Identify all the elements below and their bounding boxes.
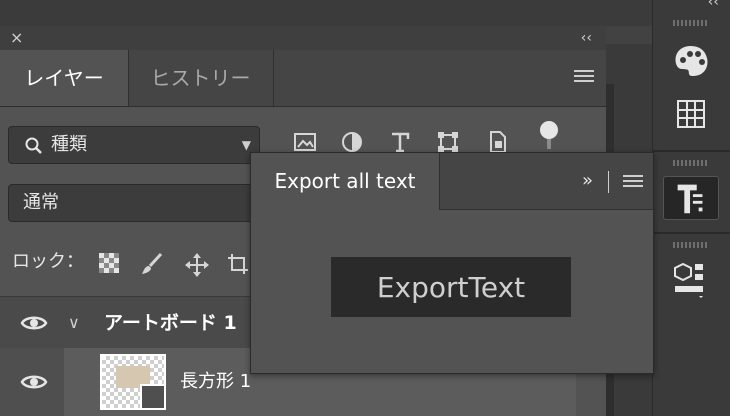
layer-filter-select[interactable]: 種類 ▼	[8, 126, 260, 164]
visibility-eye-icon[interactable]	[20, 372, 48, 392]
dock-grip[interactable]	[673, 20, 709, 26]
search-icon	[25, 137, 42, 154]
blend-mode-select[interactable]: 通常	[8, 184, 260, 222]
export-text-button[interactable]: ExportText	[331, 257, 571, 317]
swatches-grid-icon[interactable]	[663, 92, 719, 136]
filter-toggle-icon[interactable]	[538, 120, 560, 150]
right-dock: ‹‹	[652, 0, 730, 416]
libraries-icon[interactable]	[663, 256, 719, 300]
type-filter-icon[interactable]	[388, 130, 412, 154]
panel-menu-icon[interactable]	[574, 70, 594, 86]
layer-name: アートボード 1	[104, 312, 237, 334]
export-all-text-panel: Export all text » ExportText	[250, 152, 654, 374]
smart-object-filter-icon[interactable]	[486, 130, 510, 154]
lock-position-move-icon[interactable]	[184, 252, 210, 278]
dock-separator	[653, 232, 730, 234]
shape-filter-icon[interactable]	[436, 130, 460, 154]
shape-layer-icon	[140, 384, 166, 410]
panel-tabs: レイヤー ヒストリー	[0, 50, 606, 107]
blend-mode-value: 通常	[23, 192, 59, 213]
tab-layers[interactable]: レイヤー	[0, 50, 129, 106]
filter-type-label: 種類	[51, 134, 87, 155]
chevron-down-icon[interactable]: ∨	[68, 297, 80, 349]
lock-artboard-icon[interactable]	[226, 252, 250, 276]
export-text-plugin-icon[interactable]	[663, 176, 719, 220]
collapse-dock-icon[interactable]: ‹‹	[708, 0, 719, 10]
panel-header-bar: × ‹‹	[0, 26, 606, 50]
palette-icon[interactable]	[663, 38, 719, 82]
dock-grip[interactable]	[673, 160, 709, 166]
panel-menu-icon[interactable]	[623, 175, 643, 191]
divider	[608, 171, 609, 193]
export-panel-tabbar: Export all text »	[251, 153, 653, 210]
dock-separator	[653, 150, 730, 152]
lock-transparency-icon[interactable]	[98, 252, 120, 274]
tab-export-all-text[interactable]: Export all text	[251, 153, 440, 210]
visibility-eye-icon[interactable]	[20, 313, 48, 333]
lock-pixels-brush-icon[interactable]	[140, 252, 164, 276]
layer-name: 長方形 1	[180, 371, 252, 392]
tab-history[interactable]: ヒストリー	[128, 50, 274, 106]
dock-grip[interactable]	[673, 242, 709, 248]
close-panel-icon[interactable]: ×	[10, 28, 23, 48]
adjustment-filter-icon[interactable]	[340, 130, 364, 154]
layer-thumbnail	[100, 354, 166, 410]
collapse-panel-icon[interactable]: ‹‹	[581, 28, 592, 48]
pixel-filter-icon[interactable]	[292, 130, 318, 154]
lock-label: ロック：	[12, 251, 84, 272]
top-strip	[0, 0, 652, 26]
expand-panel-icon[interactable]: »	[582, 153, 593, 209]
